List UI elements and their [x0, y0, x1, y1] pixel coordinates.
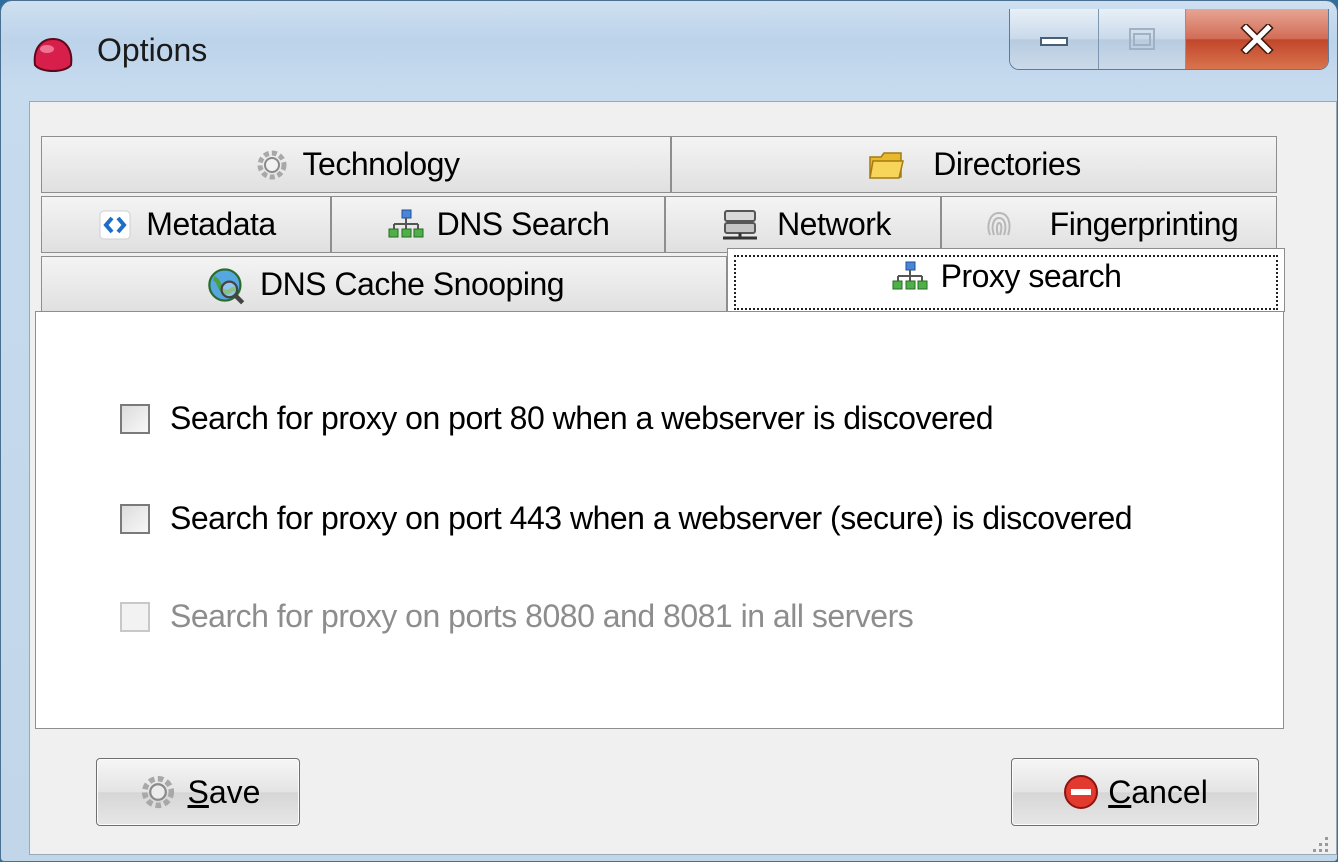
- cancel-button[interactable]: Cancel: [1011, 758, 1259, 826]
- resize-grip-icon[interactable]: [1307, 831, 1331, 855]
- gear-icon: [141, 775, 174, 809]
- close-button[interactable]: [1186, 9, 1328, 69]
- tab-metadata[interactable]: Metadata: [41, 196, 331, 253]
- minimize-button[interactable]: [1010, 9, 1099, 69]
- globe-magnifier-icon: [208, 267, 245, 304]
- tab-label: Technology: [302, 146, 460, 182]
- tab-technology[interactable]: Technology: [41, 136, 671, 193]
- save-label: Save: [187, 773, 261, 810]
- port-80-checkbox[interactable]: [120, 403, 150, 434]
- tab-label: Fingerprinting: [1049, 206, 1239, 242]
- port-443-checkbox[interactable]: [120, 503, 150, 534]
- title-bar[interactable]: Options: [1, 1, 1337, 97]
- tab-directories[interactable]: Directories: [671, 136, 1277, 193]
- option-port-443[interactable]: Search for proxy on port 443 when a webs…: [120, 500, 1133, 537]
- window-title: Options: [97, 32, 208, 68]
- option-label: Search for proxy on port 80 when a webse…: [170, 400, 993, 436]
- proxy-search-panel: Search for proxy on port 80 when a webse…: [35, 311, 1284, 729]
- option-port-80[interactable]: Search for proxy on port 80 when a webse…: [120, 400, 993, 437]
- option-ports-8080-8081: Search for proxy on ports 8080 and 8081 …: [120, 598, 914, 635]
- app-logo-icon: [33, 37, 73, 72]
- code-icon: [99, 210, 131, 239]
- ports-8080-8081-checkbox: [120, 601, 150, 632]
- cancel-icon: [1064, 775, 1099, 809]
- option-label: Search for proxy on port 443 when a webs…: [170, 500, 1133, 536]
- close-icon: [1240, 24, 1274, 54]
- options-window: Options Technology Directories Metadata …: [0, 0, 1338, 862]
- tab-label: DNS Search: [436, 206, 610, 242]
- tab-dns-search[interactable]: DNS Search: [331, 196, 665, 253]
- tab-dns-cache-snooping[interactable]: DNS Cache Snooping: [41, 256, 727, 313]
- save-button[interactable]: Save: [96, 758, 300, 826]
- tab-label: Proxy search: [940, 258, 1122, 294]
- caption-buttons: [1009, 9, 1329, 70]
- tab-proxy-search[interactable]: Proxy search: [727, 248, 1285, 312]
- tab-label: Network: [777, 206, 891, 242]
- fingerprint-icon: [987, 211, 1011, 235]
- tab-network[interactable]: Network: [665, 196, 941, 253]
- gear-icon: [257, 150, 287, 179]
- tab-fingerprinting[interactable]: Fingerprinting: [941, 196, 1277, 253]
- folder-icon: [869, 151, 905, 179]
- maximize-button[interactable]: [1099, 9, 1186, 69]
- tab-label: Metadata: [146, 206, 276, 242]
- minimize-icon: [1040, 37, 1068, 46]
- maximize-icon: [1129, 28, 1155, 50]
- network-tree-icon: [892, 261, 928, 289]
- tab-label: Directories: [933, 146, 1081, 182]
- network-tree-icon: [388, 209, 424, 237]
- cancel-label: Cancel: [1108, 773, 1208, 810]
- tab-label: DNS Cache Snooping: [259, 266, 565, 302]
- option-label: Search for proxy on ports 8080 and 8081 …: [170, 598, 914, 634]
- server-icon: [723, 209, 758, 239]
